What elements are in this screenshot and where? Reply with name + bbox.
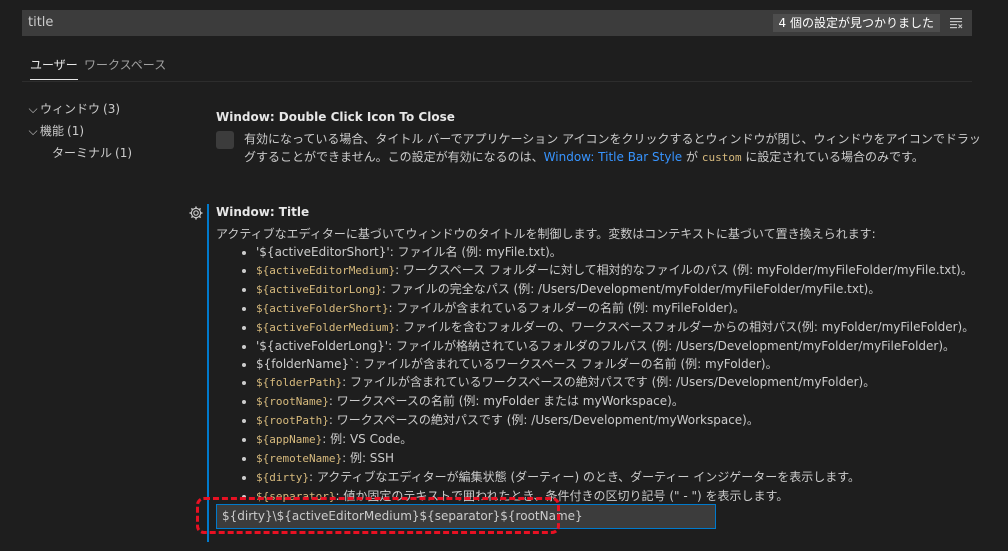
result-count-badge: 4 個の設定が見つかりました [772, 14, 940, 32]
setting-description: 有効になっている場合、タイトル バーでアプリケーション アイコンをクリックすると… [244, 130, 982, 167]
variable-item: ${activeFolderMedium}: ファイルを含むフォルダーの、ワーク… [256, 318, 976, 337]
variable-item: ${remoteName}: 例: SSH [256, 449, 976, 468]
description-text: に設定されている場合のみです。 [741, 150, 924, 164]
variable-list: '${activeEditorShort}': ファイル名 (例: myFile… [216, 243, 976, 506]
tab-user[interactable]: ユーザー [30, 56, 78, 80]
setting-title: Window: Title [216, 205, 976, 219]
setting-double-click-icon-to-close: Window: Double Click Icon To Close 有効になっ… [216, 110, 981, 164]
toc-item-label: ターミナル [52, 146, 113, 160]
variable-code: ${activeFolderMedium} [256, 321, 396, 334]
variable-description: '${activeEditorShort}': ファイル名 (例: myFile… [256, 245, 562, 259]
variable-item: ${rootName}: ワークスペースの名前 (例: myFolder または… [256, 392, 976, 411]
description-text: が [682, 150, 702, 164]
variable-code: ${rootPath} [256, 414, 329, 427]
variable-item: ${folderName}`: ファイルが含まれているワークスペース フォルダー… [256, 355, 976, 373]
variable-code: ${rootName} [256, 395, 329, 408]
setting-description: アクティブなエディターに基づいてウィンドウのタイトルを制御します。変数はコンテキ… [216, 227, 876, 241]
gear-icon[interactable] [188, 205, 204, 221]
setting-category: Window: [216, 110, 279, 124]
variable-item: '${activeEditorShort}': ファイル名 (例: myFile… [256, 243, 976, 261]
chevron-down-icon: ⌵ [28, 124, 38, 138]
annotation-highlight [196, 497, 560, 534]
chevron-down-icon: ⌵ [28, 102, 38, 116]
toc-item-label: ウィンドウ [40, 102, 101, 116]
variable-description: : 例: VS Code。 [322, 432, 413, 446]
variable-code: ${activeEditorMedium} [256, 264, 396, 277]
variable-item: ${activeEditorLong}: ファイルの完全なパス (例: /Use… [256, 280, 976, 299]
setting-name: Title [278, 205, 310, 219]
setting-checkbox[interactable] [216, 131, 234, 149]
variable-description: : ワークスペースの絶対パスです (例: /Users/Development/… [328, 413, 759, 427]
variable-code: ${dirty} [256, 471, 309, 484]
variable-code: ${activeFolderShort} [256, 302, 389, 315]
variable-item: ${activeFolderShort}: ファイルが含まれているフォルダーの名… [256, 299, 976, 318]
clear-filter-icon[interactable] [948, 15, 964, 31]
setting-category: Window: [216, 205, 279, 219]
variable-item: ${appName}: 例: VS Code。 [256, 430, 976, 449]
toc-item-label: 機能 [40, 124, 65, 138]
variable-description: : ファイルの完全なパス (例: /Users/Development/myFo… [381, 282, 881, 296]
toc-item-features[interactable]: ⌵ 機能 (1) [26, 120, 196, 142]
toc-item-window[interactable]: ⌵ ウィンドウ (3) [26, 98, 196, 120]
focused-setting-indicator [207, 204, 209, 542]
variable-description: : ワークスペースの名前 (例: myFolder または myWorkspac… [328, 394, 684, 408]
toc-item-count: (1) [67, 124, 85, 138]
variable-description: : アクティブなエディターが編集状態 (ダーティー) のとき、ダーティー インジ… [308, 470, 861, 484]
variable-code: ${remoteName} [256, 452, 343, 465]
variable-code: ${appName} [256, 433, 323, 446]
title-bar-style-link[interactable]: Window: Title Bar Style [544, 150, 683, 164]
setting-title: Window: Double Click Icon To Close [216, 110, 976, 124]
setting-name: Double Click Icon To Close [278, 110, 455, 124]
code-value: custom [701, 151, 742, 164]
variable-description: : ワークスペース フォルダーに対して相対的なファイルのパス (例: myFol… [395, 263, 973, 277]
variable-description: ${folderName}`: ファイルが含まれているワークスペース フォルダー… [256, 357, 778, 371]
toc-item-terminal[interactable]: ターミナル (1) [26, 142, 196, 164]
tab-workspace[interactable]: ワークスペース [84, 56, 166, 73]
search-input[interactable]: title [28, 15, 53, 30]
variable-item: ${folderPath}: ファイルが含まれているワークスペースの絶対パスです… [256, 373, 976, 392]
variable-item: '${activeFolderLong}': ファイルが格納されているフォルダの… [256, 337, 976, 355]
settings-search-bar[interactable]: title 4 個の設定が見つかりました [22, 10, 972, 36]
setting-window-title: Window: Title アクティブなエディターに基づいてウィンドウのタイトル… [216, 205, 976, 506]
variable-description: : 例: SSH [342, 451, 395, 465]
variable-item: ${activeEditorMedium}: ワークスペース フォルダーに対して… [256, 261, 976, 280]
toc-item-count: (3) [103, 102, 121, 116]
toc-item-count: (1) [115, 146, 133, 160]
variable-description: : ファイルを含むフォルダーの、ワークスペースフォルダーからの相対パス(例: m… [395, 320, 975, 334]
variable-description: '${activeFolderLong}': ファイルが格納されているフォルダの… [256, 339, 956, 353]
variable-item: ${dirty}: アクティブなエディターが編集状態 (ダーティー) のとき、ダ… [256, 468, 976, 487]
settings-toc: ⌵ ウィンドウ (3) ⌵ 機能 (1) ターミナル (1) [26, 98, 196, 164]
tabs-divider [22, 81, 972, 82]
variable-code: ${activeEditorLong} [256, 283, 382, 296]
variable-code: ${folderPath} [256, 376, 343, 389]
variable-description: : ファイルが含まれているワークスペースの絶対パスです (例: /Users/D… [342, 375, 876, 389]
variable-description: : ファイルが含まれているフォルダーの名前 (例: myFileFolder)。 [388, 301, 745, 315]
variable-item: ${rootPath}: ワークスペースの絶対パスです (例: /Users/D… [256, 411, 976, 430]
